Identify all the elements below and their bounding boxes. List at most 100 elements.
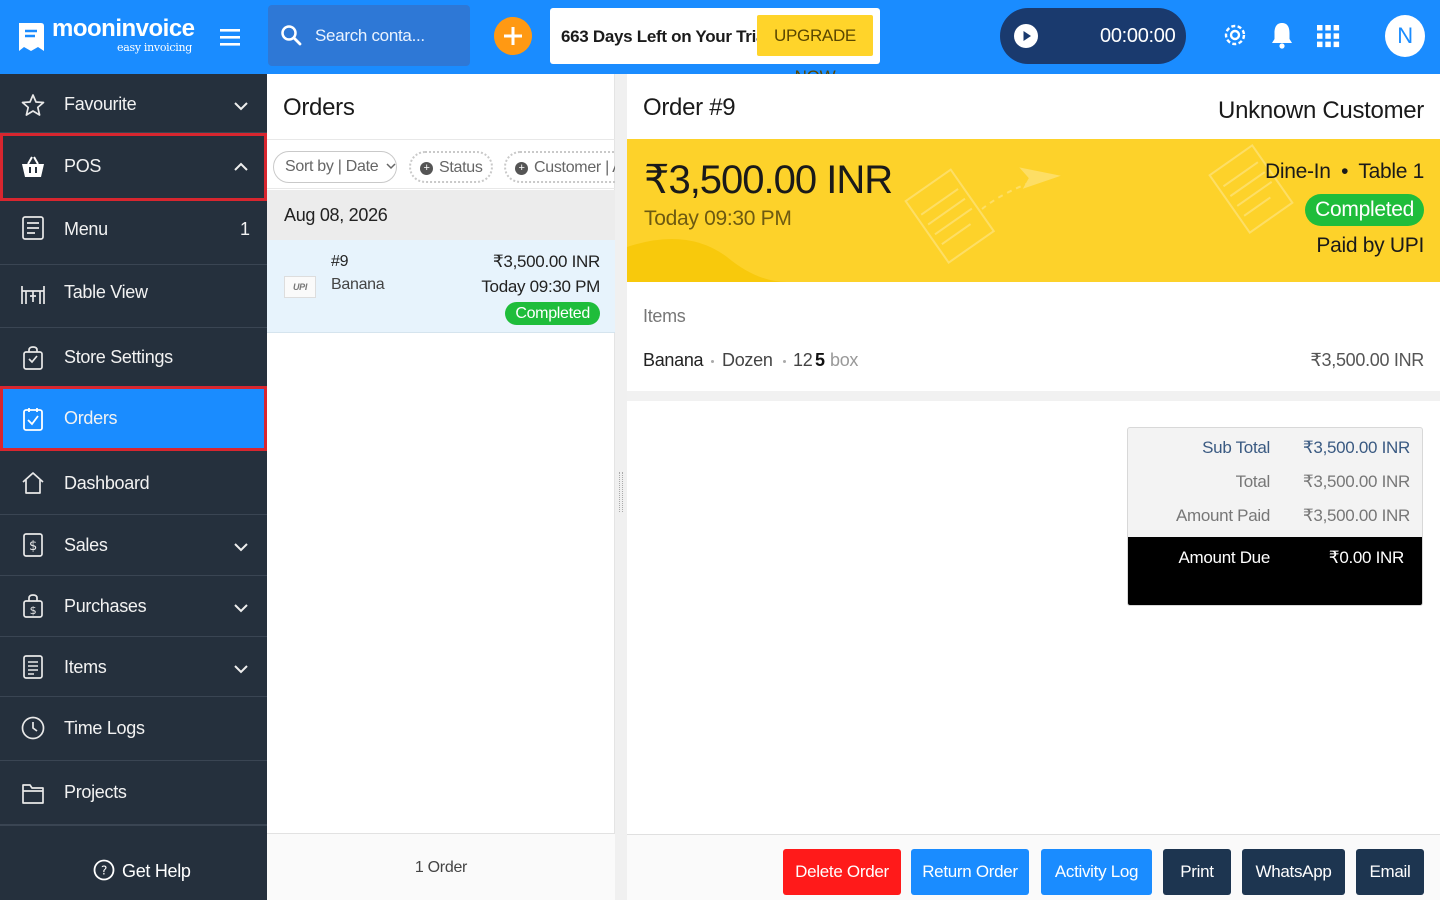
sidebar-item-sales[interactable]: $ Sales [0,515,267,576]
sidebar-item-table-view[interactable]: Table View [0,265,267,328]
app-logo[interactable]: mooninvoice easy invoicing [14,15,204,59]
sidebar-item-store-settings[interactable]: Store Settings [0,328,267,392]
sidebar-item-label: Projects [64,782,127,802]
date-group-header: Aug 08, 2026 [267,190,615,240]
trial-days-text: 663 Days Left on Your Trial [561,27,770,46]
svg-text:?: ? [101,864,107,878]
search-input[interactable]: Search conta... [315,26,425,46]
order-time: Today 09:30 PM [481,277,600,296]
apps-grid-icon[interactable] [1314,20,1342,50]
sidebar-item-favourite[interactable]: Favourite [0,74,267,133]
order-total-amount: ₹3,500.00 INR [644,158,893,202]
orders-count-footer: 1 Order [267,833,615,900]
get-help-button[interactable]: ? Get Help [0,825,267,900]
sidebar-item-label: Dashboard [64,473,150,493]
customer-filter-chip[interactable]: + Customer | A [504,151,615,183]
sidebar-item-label: Time Logs [64,718,145,738]
chevron-down-icon [234,604,248,613]
sub-total-value: ₹3,500.00 INR [1302,438,1410,457]
search-icon [281,25,302,46]
activity-log-button[interactable]: Activity Log [1041,849,1152,895]
amount-paid-label: Amount Paid [1175,506,1270,525]
order-number: #9 [331,253,349,270]
sidebar-item-label: Orders [64,408,118,428]
search-box[interactable]: Search conta... [268,5,470,66]
print-button[interactable]: Print [1163,849,1231,895]
sidebar-item-menu[interactable]: Menu 1 [0,201,267,265]
status-filter-chip[interactable]: + Status [409,151,493,183]
sidebar-item-purchases[interactable]: $ Purchases [0,576,267,637]
top-bar: mooninvoice easy invoicing Search conta.… [0,0,1440,86]
pane-resize-handle[interactable] [615,74,627,900]
delete-order-button[interactable]: Delete Order [783,849,901,895]
play-icon[interactable] [1014,24,1038,48]
amount-paid-value: ₹3,500.00 INR [1302,506,1410,525]
trial-banner: 663 Days Left on Your Trial UPGRADE NOW [550,8,880,86]
items-list-icon [23,655,43,679]
sidebar-item-pos[interactable]: POS [0,133,267,201]
folder-icon [22,784,44,804]
purchase-bag-icon: $ [23,594,43,618]
hamburger-menu-icon[interactable] [216,24,244,50]
total-value: ₹3,500.00 INR [1302,472,1410,491]
return-order-button[interactable]: Return Order [911,849,1029,895]
amount-paid-row: Amount Paid ₹3,500.00 INR [1128,498,1422,532]
sidebar-item-label: Table View [64,282,148,302]
date-group-label: Aug 08, 2026 [284,205,388,225]
order-detail-pane: Order #9 Unknown Customer ₹3,500.00 INR … [627,74,1440,900]
total-label: Total [1235,472,1271,491]
add-new-button[interactable] [494,17,532,55]
add-filter-icon: + [515,162,528,175]
sidebar: Favourite POS Menu 1 Table View Store Se… [0,74,267,900]
store-bag-icon [23,346,43,370]
orders-count: 1 Order [414,859,468,876]
sidebar-item-orders[interactable]: Orders [0,386,267,451]
sidebar-item-label: Purchases [64,596,147,616]
order-summary-banner: ₹3,500.00 INR Today 09:30 PM Dine-In • T… [627,139,1440,282]
order-detail-title: Order #9 [643,94,736,121]
whatsapp-button[interactable]: WhatsApp [1242,849,1345,895]
orders-check-icon [23,408,43,431]
user-avatar[interactable]: N [1385,15,1425,57]
sidebar-item-dashboard[interactable]: Dashboard [0,451,267,515]
time-tracker: 00:00:00 [1000,8,1186,64]
order-list-item[interactable]: UPI #9 Banana ₹3,500.00 INR Today 09:30 … [267,240,615,333]
sidebar-item-label: Favourite [64,94,137,114]
bullet-separator: • [1341,160,1349,183]
upgrade-button[interactable]: UPGRADE NOW [757,15,873,86]
dot-separator [783,360,786,363]
sort-by-label: Sort by | Date [285,158,379,175]
items-section-label: Items [643,306,686,326]
sidebar-item-label: Sales [64,535,108,555]
sidebar-item-projects[interactable]: Projects [0,761,267,825]
chevron-up-icon [234,162,248,171]
sub-total-row: Sub Total ₹3,500.00 INR [1128,430,1422,464]
orders-list-pane: Orders Sort by | Date + Status + Customer … [267,74,615,900]
orders-list-title: Orders [283,94,355,121]
sales-dollar-icon: $ [23,533,43,557]
email-button[interactable]: Email [1356,849,1424,895]
order-item-name: Banana [331,276,385,293]
notification-bell-icon[interactable] [1268,20,1296,50]
status-badge: Completed [505,302,600,325]
amount-due-label: Amount Due [1178,548,1271,567]
sidebar-item-items[interactable]: Items [0,637,267,697]
clock-icon [21,716,45,740]
brand-name: mooninvoice [52,15,195,42]
total-row: Total ₹3,500.00 INR [1128,464,1422,498]
home-icon [22,472,44,494]
order-actions-bar: Delete Order Return Order Activity Log P… [627,834,1440,900]
timer-value: 00:00:00 [1100,25,1176,47]
settings-gear-icon[interactable] [1221,20,1249,50]
section-divider [627,391,1440,401]
brand-tagline: easy invoicing [117,41,192,54]
table-icon [21,286,45,304]
sidebar-item-time-logs[interactable]: Time Logs [0,697,267,761]
sidebar-item-label: Store Settings [64,347,173,367]
amount-due-row: Amount Due ₹0.00 INR [1128,537,1422,605]
sidebar-item-label: Items [64,657,107,677]
customer-name[interactable]: Unknown Customer [1218,97,1424,125]
item-price: ₹3,500.00 INR [1310,350,1424,370]
upi-payment-badge: UPI [284,276,316,298]
sort-by-dropdown[interactable]: Sort by | Date [273,151,397,183]
